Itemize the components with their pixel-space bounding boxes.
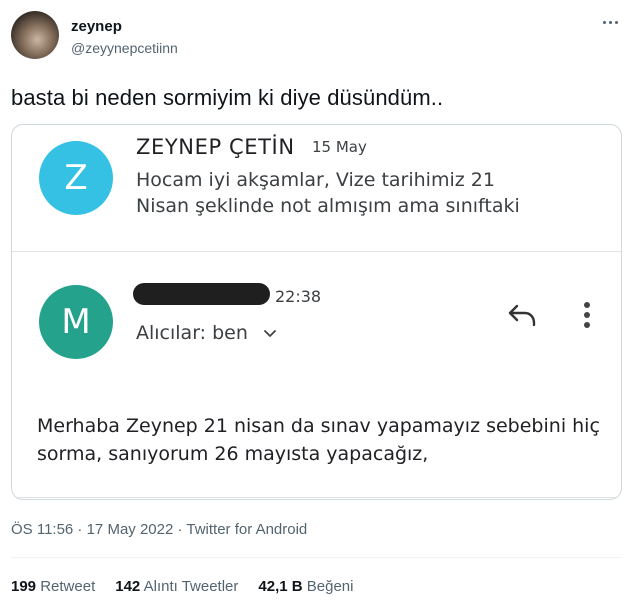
- tweet-stats: 199 Retweet 142 Alıntı Tweetler 42,1 B B…: [11, 578, 353, 595]
- divider: [11, 557, 622, 558]
- mail-body-line: sorma, sanıyorum 26 mayısta yapacağız,: [37, 443, 429, 465]
- mail-body-line: Merhaba Zeynep 21 nisan da sınav yapamay…: [37, 415, 600, 437]
- likes-stat[interactable]: 42,1 B Beğeni: [258, 578, 353, 595]
- reply-icon: [508, 304, 536, 327]
- sender-avatar-z: Z: [39, 141, 113, 215]
- mail-time: 22:38: [275, 287, 322, 306]
- mail-sender-name: ZEYNEP ÇETİN: [136, 135, 295, 159]
- retweets-count: 199: [11, 578, 37, 595]
- redacted-sender-name: [133, 283, 270, 305]
- quote-tweets-label: Alıntı Tweetler: [143, 578, 239, 595]
- likes-label: Beğeni: [306, 578, 354, 595]
- quote-tweets-count: 142: [115, 578, 141, 595]
- likes-count: 42,1 B: [258, 578, 303, 595]
- author-avatar[interactable]: [11, 11, 59, 59]
- mail-date: 15 May: [312, 138, 367, 156]
- sender-avatar-m: M: [39, 285, 113, 359]
- retweets-label: Retweet: [40, 578, 96, 595]
- tweet-timestamp[interactable]: ÖS 11:56 · 17 May 2022 · Twitter for And…: [11, 521, 307, 538]
- more-vert-icon: [581, 301, 593, 329]
- more-options-icon[interactable]: [599, 10, 623, 34]
- attached-image[interactable]: Z ZEYNEP ÇETİN 15 May Hocam iyi akşamlar…: [11, 124, 622, 500]
- mail-bottom-divider: [12, 497, 621, 498]
- author-name[interactable]: zeynep: [71, 18, 122, 35]
- author-handle[interactable]: @zeyynepcetiinn: [71, 40, 178, 56]
- tweet-text: basta bi neden sormiyim ki diye düsündüm…: [11, 85, 444, 110]
- quote-tweets-stat[interactable]: 142 Alıntı Tweetler: [115, 578, 238, 595]
- retweets-stat[interactable]: 199 Retweet: [11, 578, 95, 595]
- mail-divider: [12, 251, 621, 252]
- chevron-down-icon: [264, 330, 276, 337]
- recipients-label: Alıcılar: ben: [136, 322, 248, 344]
- mail-snippet-line: Nisan şeklinde not almışım ama sınıftaki: [136, 195, 520, 217]
- mail-snippet-line: Hocam iyi akşamlar, Vize tarihimiz 21: [136, 169, 495, 191]
